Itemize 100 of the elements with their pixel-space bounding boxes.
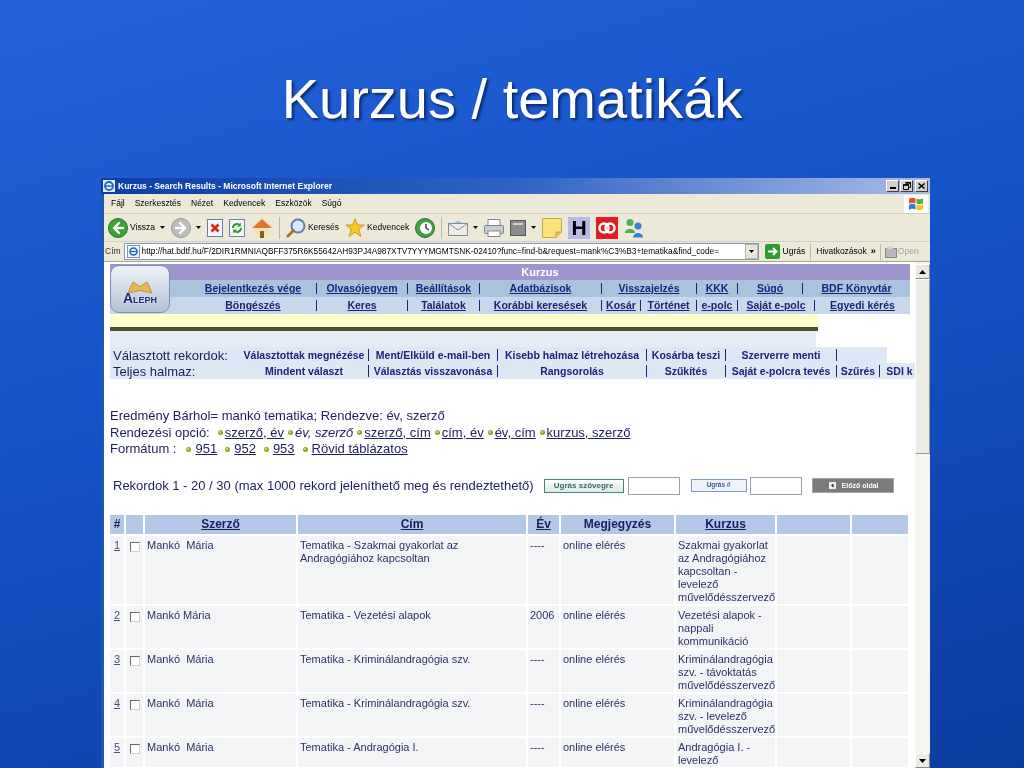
chevron-button[interactable]: » — [870, 247, 876, 256]
nav-link[interactable]: BDF Könyvtár — [821, 283, 892, 294]
sort-option-link[interactable]: év, szerző — [295, 424, 354, 441]
nav-link[interactable]: Visszajelzés — [618, 283, 680, 294]
action-link[interactable]: Ment/Elküld e-mail-ben — [375, 349, 491, 361]
nav-link[interactable]: Kosár — [606, 300, 636, 311]
close-icon — [918, 183, 925, 189]
table-cell: Tematika - Andragógia I. — [298, 737, 526, 767]
menu-item[interactable]: Eszközök — [271, 197, 316, 210]
menu-item[interactable]: Fájl — [107, 197, 129, 210]
nav-link[interactable]: Olvasójegyem — [326, 283, 398, 294]
go-button[interactable]: Ugrás — [764, 244, 806, 259]
format-option-link[interactable]: 952 — [234, 441, 256, 458]
nav-link[interactable]: Bejelentkezés vége — [204, 283, 302, 294]
address-label: Cím — [105, 245, 121, 258]
sort-column-header[interactable]: Év — [528, 514, 559, 534]
checkbox[interactable] — [129, 541, 140, 552]
checkbox[interactable] — [129, 655, 140, 666]
column-header — [126, 514, 143, 534]
checkbox[interactable] — [129, 743, 140, 754]
nav-link[interactable]: Súgó — [756, 283, 784, 294]
sort-column-header[interactable]: Szerző — [145, 514, 296, 534]
page-icon — [126, 245, 140, 258]
nav-link[interactable]: Böngészés — [225, 300, 281, 311]
table-cell — [852, 535, 908, 604]
sort-option-link[interactable]: cím, év — [441, 424, 484, 441]
nav-link[interactable]: e-polc — [701, 300, 733, 311]
bullet-icon — [302, 446, 308, 452]
nav-link[interactable]: Egyedi kérés — [830, 300, 895, 311]
action-link[interactable]: Szűkítés — [664, 365, 708, 377]
format-option-link[interactable]: Rövid táblázatos — [311, 441, 408, 458]
row-number-link[interactable]: 5 — [113, 740, 121, 754]
note-icon — [542, 217, 563, 238]
row-number-link[interactable]: 1 — [113, 538, 121, 552]
table-cell: Mankó Mária — [145, 605, 296, 648]
action-link[interactable]: Kosárba teszi — [651, 349, 721, 361]
action-link[interactable]: SDI k — [886, 365, 913, 377]
menu-item[interactable]: Súgó — [317, 197, 346, 210]
sort-column-header[interactable]: Kurzus — [676, 514, 775, 534]
table-cell: ---- — [528, 693, 559, 736]
scrollbar-thumb[interactable] — [915, 279, 930, 454]
sort-option-link[interactable]: kurzus, szerző — [546, 424, 631, 441]
address-field[interactable]: http://hat.bdtf.hu/F/2DIR1RMNIAQBFF375R6K55642AH93PJ4A987XTV7YYYMGMTSNK-02410?func=find-b&request=mank%C3%B3+tematika&find_code= — [123, 243, 759, 260]
minimize-button[interactable] — [886, 180, 899, 192]
bullet-icon — [357, 430, 363, 436]
format-option-link[interactable]: 951 — [195, 441, 218, 458]
sort-option-link[interactable]: szerző, cím — [364, 424, 431, 441]
sort-option-link[interactable]: év, cím — [494, 424, 536, 441]
nav-link[interactable]: Beállítások — [415, 283, 472, 294]
action-label: Teljes halmaz: — [113, 364, 196, 378]
favorites-button[interactable]: Kedvencek — [342, 215, 413, 240]
dropdown-button[interactable] — [744, 244, 758, 259]
action-link[interactable]: Kisebb halmaz létrehozása — [504, 349, 640, 361]
nav-link[interactable]: KKK — [705, 283, 729, 294]
nav-link[interactable]: Adatbázisok — [509, 283, 572, 294]
row-number-link[interactable]: 3 — [113, 652, 121, 666]
nav-link[interactable]: Történet — [647, 300, 690, 311]
flag-icon — [904, 194, 928, 213]
menu-item[interactable]: Szerkesztés — [130, 197, 185, 210]
links-button[interactable]: Hivatkozások — [816, 245, 867, 258]
table-cell: online elérés — [561, 605, 674, 648]
sort-column-header[interactable]: Cím — [298, 514, 526, 534]
row-number-link[interactable]: 4 — [113, 696, 121, 710]
action-link[interactable]: Szerverre menti — [741, 349, 821, 361]
nav-link[interactable]: Saját e-polc — [746, 300, 806, 311]
table-cell: online elérés — [561, 649, 674, 692]
input-field[interactable] — [627, 476, 680, 495]
action-link[interactable]: Saját e-polcra tevés — [731, 365, 831, 377]
scroll-down-button[interactable] — [915, 753, 930, 768]
table-cell: Kriminálandragógia szv. - távoktatás művelődésszervező — [676, 649, 775, 692]
action-link[interactable]: Rangsorolás — [540, 365, 604, 377]
nav-link[interactable]: Keres — [347, 300, 377, 311]
scroll-up-button[interactable] — [915, 264, 930, 279]
input-field[interactable] — [749, 476, 802, 495]
menu-item[interactable]: Nézet — [187, 197, 218, 210]
action-link[interactable]: Választás visszavonása — [373, 365, 493, 377]
action-link[interactable]: Mindent választ — [264, 365, 344, 377]
menu-item[interactable]: Kedvencek — [219, 197, 270, 210]
format-option-link[interactable]: 953 — [272, 441, 295, 458]
arrow-right-icon — [764, 244, 780, 259]
search-button[interactable]: Keresés — [282, 215, 343, 240]
restore-button[interactable] — [900, 180, 913, 192]
address-text: http://hat.bdtf.hu/F/2DIR1RMNIAQBFF375R6K55642AH93PJ4A987XTV7YYYMGMTSNK-02410?func=find-b&request=mank%C3%B3+tematika&find_code= — [141, 245, 720, 258]
close-button[interactable] — [915, 180, 928, 192]
row-number-link[interactable]: 2 — [113, 608, 121, 622]
jump-to-text-button[interactable]: Ugrás szövegre — [543, 478, 624, 493]
checkbox[interactable] — [129, 611, 140, 622]
back-button[interactable]: Vissza — [105, 215, 168, 240]
nav-link[interactable]: Találatok — [421, 300, 466, 311]
table-cell: ---- — [528, 737, 559, 767]
arrow-up-icon — [919, 269, 926, 274]
bullet-icon — [217, 430, 223, 436]
action-link[interactable]: Szűrés — [840, 365, 876, 377]
sort-option-link[interactable]: szerző, év — [224, 424, 284, 441]
letter-tile-button[interactable]: H — [568, 216, 591, 239]
checkbox[interactable] — [129, 699, 140, 710]
arrow-left-icon — [828, 482, 836, 489]
nav-link[interactable]: Korábbi keresések — [493, 300, 588, 311]
action-link[interactable]: Választottak megnézése — [243, 349, 365, 361]
bullet-icon — [225, 446, 231, 452]
